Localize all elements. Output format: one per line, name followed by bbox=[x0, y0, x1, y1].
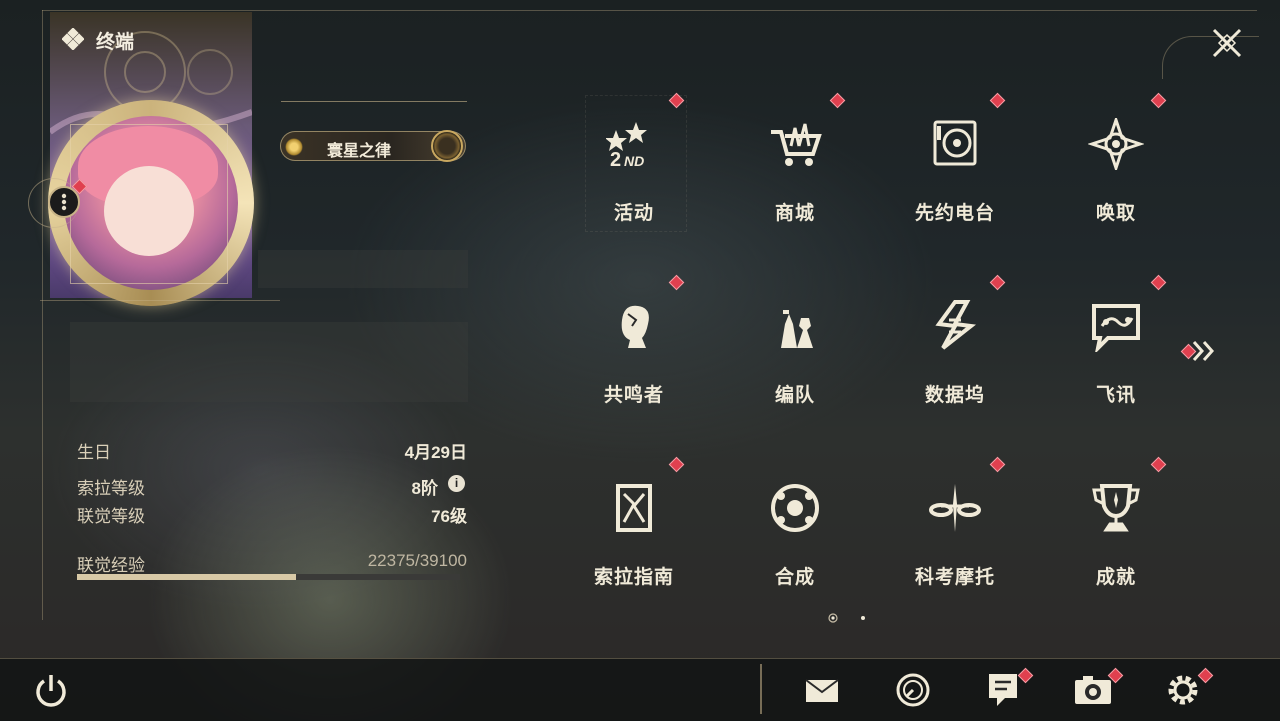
resonator-icon bbox=[621, 305, 649, 348]
next-page-button[interactable] bbox=[1182, 338, 1222, 364]
blurred-signature-block bbox=[70, 322, 468, 402]
message-icon bbox=[1092, 304, 1140, 352]
menu-tile-event[interactable]: 2 ND 活动 bbox=[574, 88, 694, 248]
birthday-label: 生日 bbox=[77, 443, 111, 462]
menu-tile-data-bank[interactable]: 数据坞 bbox=[895, 270, 1015, 430]
sola-level-label: 索拉等级 bbox=[77, 479, 145, 498]
menu-tile-synthesis[interactable]: 合成 bbox=[735, 452, 855, 612]
camera-icon bbox=[1075, 676, 1111, 704]
notification-badge bbox=[989, 274, 1006, 291]
data-bank-icon bbox=[935, 300, 977, 350]
union-level-label: 联觉等级 bbox=[77, 507, 145, 526]
bottom-bar-divider bbox=[760, 664, 762, 714]
trophy-icon bbox=[1092, 484, 1140, 532]
guide-icon bbox=[616, 484, 652, 532]
notification-badge bbox=[1150, 92, 1167, 109]
radio-icon bbox=[933, 120, 977, 166]
close-icon bbox=[1212, 28, 1242, 58]
frame-top-line bbox=[42, 10, 1257, 11]
badge-divider bbox=[281, 101, 467, 102]
mail-button[interactable] bbox=[802, 670, 842, 710]
shop-icon bbox=[771, 123, 822, 166]
menu-tile-label: 飞讯 bbox=[1095, 385, 1136, 406]
menu-tile-convene[interactable]: 唤取 bbox=[1056, 88, 1176, 248]
event-icon: 2 ND bbox=[606, 122, 647, 170]
page-indicator bbox=[828, 613, 865, 623]
sola-level-value: 8阶 bbox=[411, 479, 438, 498]
settings-button[interactable] bbox=[1163, 670, 1203, 710]
notes-icon bbox=[989, 674, 1017, 706]
clock-icon bbox=[896, 673, 930, 707]
info-icon[interactable]: i bbox=[448, 475, 465, 492]
menu-tile-label: 成就 bbox=[1095, 567, 1136, 588]
menu-tile-label: 数据坞 bbox=[924, 385, 985, 406]
notification-badge bbox=[668, 456, 685, 473]
union-xp-bar bbox=[77, 574, 460, 580]
more-vertical-icon bbox=[61, 193, 67, 211]
motorbike-icon bbox=[929, 484, 981, 532]
title-badge[interactable]: 寰星之律 bbox=[280, 130, 466, 162]
menu-tile-shop[interactable]: 商城 bbox=[735, 88, 855, 248]
menu-tile-label: 编队 bbox=[774, 385, 815, 406]
menu-tile-label: 科考摩托 bbox=[914, 567, 995, 588]
menu-tile-guide[interactable]: 索拉指南 bbox=[574, 452, 694, 612]
menu-tile-label: 索拉指南 bbox=[593, 567, 674, 588]
svg-text:ND: ND bbox=[624, 153, 644, 169]
camera-button[interactable] bbox=[1073, 670, 1113, 710]
synthesis-icon bbox=[771, 484, 819, 532]
menu-tile-team[interactable]: 编队 bbox=[735, 270, 855, 430]
menu-tile-resonator[interactable]: 共鸣者 bbox=[574, 270, 694, 430]
events-timer-button[interactable] bbox=[893, 670, 933, 710]
close-button[interactable] bbox=[1206, 22, 1248, 64]
menu-tile-motorbike[interactable]: 科考摩托 bbox=[895, 452, 1015, 612]
menu-tile-radio[interactable]: 先约电台 bbox=[895, 88, 1015, 248]
menu-tile-label: 共鸣者 bbox=[603, 385, 664, 406]
menu-tile-label: 唤取 bbox=[1095, 203, 1136, 224]
menu-tile-achievement[interactable]: 成就 bbox=[1056, 452, 1176, 612]
team-icon bbox=[781, 304, 813, 348]
avatar-frame bbox=[70, 124, 228, 284]
menu-tile-label: 先约电台 bbox=[914, 203, 995, 224]
blurred-name-block bbox=[258, 250, 468, 288]
double-chevron-right-icon bbox=[1192, 341, 1215, 361]
page-title: 终端 bbox=[96, 32, 135, 53]
menu-tile-label: 活动 bbox=[613, 203, 654, 224]
union-xp-label: 联觉经验 bbox=[77, 556, 145, 575]
power-button[interactable] bbox=[32, 672, 70, 710]
mail-icon bbox=[805, 679, 839, 702]
orb-icon bbox=[431, 130, 463, 162]
frame-left-line bbox=[42, 10, 43, 620]
union-level-value: 76级 bbox=[431, 507, 467, 526]
sun-icon bbox=[285, 138, 303, 156]
notification-badge bbox=[989, 456, 1006, 473]
notification-badge bbox=[1150, 274, 1167, 291]
notification-badge bbox=[1150, 456, 1167, 473]
terminal-diamond-icon bbox=[62, 28, 84, 50]
notification-badge bbox=[668, 92, 685, 109]
settings-icon bbox=[1168, 675, 1198, 705]
notification-badge bbox=[829, 92, 846, 109]
menu-tile-label: 合成 bbox=[774, 567, 815, 588]
profile-divider bbox=[40, 300, 280, 301]
union-xp-bar-fill bbox=[77, 574, 297, 580]
birthday-value: 4月29日 bbox=[404, 443, 467, 462]
svg-text:2: 2 bbox=[610, 149, 621, 170]
power-icon bbox=[36, 675, 66, 707]
title-badge-label: 寰星之律 bbox=[327, 143, 392, 160]
menu-tile-label: 商城 bbox=[774, 203, 815, 224]
menu-tile-message[interactable]: 飞讯 bbox=[1056, 270, 1176, 430]
union-xp-value: 22375/39100 bbox=[367, 551, 467, 570]
notification-badge bbox=[668, 274, 685, 291]
notes-button[interactable] bbox=[983, 670, 1023, 710]
convene-icon bbox=[1088, 118, 1144, 170]
notification-badge bbox=[989, 92, 1006, 109]
